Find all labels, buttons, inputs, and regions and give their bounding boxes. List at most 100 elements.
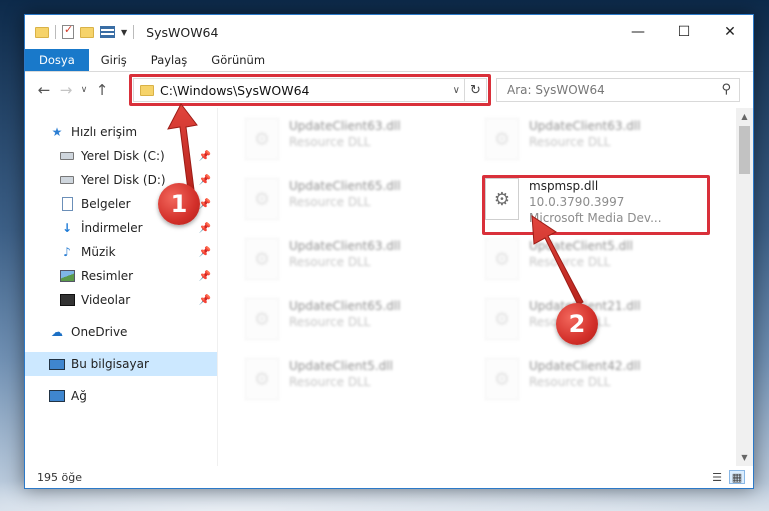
file-item[interactable]: ⚙ UpdateClient63.dll Resource DLL [245, 238, 455, 288]
search-input[interactable]: Ara: SysWOW64 ⚲ [496, 78, 740, 102]
file-list: ⚙ UpdateClient63.dll Resource DLL ⚙ Upda… [218, 108, 753, 466]
search-icon[interactable]: ⚲ [721, 82, 731, 97]
main-area: ★ Hızlı erişim Yerel Disk (C:) 📌 Yerel D… [25, 108, 753, 466]
pin-icon: 📌 [198, 198, 211, 210]
file-item[interactable]: ⚙ UpdateClient5.dll Resource DLL [245, 358, 455, 408]
documents-icon [59, 197, 75, 211]
star-icon: ★ [51, 125, 63, 139]
back-arrow-icon[interactable]: ← [33, 81, 55, 99]
dll-file-icon: ⚙ [245, 358, 279, 400]
pictures-icon [59, 269, 75, 283]
minimize-button[interactable]: — [615, 15, 661, 49]
file-name: UpdateClient65.dll [289, 299, 401, 313]
ribbon-tabs: Dosya Giriş Paylaş Görünüm [25, 49, 753, 72]
nav-item-label: Hızlı erişim [71, 125, 138, 139]
nav-item-label: Belgeler [81, 197, 131, 211]
nav-item-local-disk-c[interactable]: Yerel Disk (C:) 📌 [25, 144, 217, 168]
dll-file-icon: ⚙ [245, 298, 279, 340]
view-toggle: ☰ ▦ [709, 470, 745, 484]
file-item[interactable]: ⚙ UpdateClient63.dll Resource DLL [245, 118, 455, 168]
new-folder-icon[interactable] [80, 26, 94, 38]
drive-icon [59, 149, 75, 163]
file-description: Resource DLL [289, 255, 371, 269]
tab-share[interactable]: Paylaş [139, 49, 200, 71]
nav-item-label: Yerel Disk (C:) [81, 149, 165, 163]
customize-toolbar-chevron-icon[interactable]: ▼ [121, 28, 127, 37]
scrollbar-thumb[interactable] [739, 126, 750, 174]
forward-arrow-icon[interactable]: → [55, 81, 77, 99]
file-description: Resource DLL [529, 255, 611, 269]
this-pc-icon [49, 357, 65, 371]
nav-item-pictures[interactable]: Resimler 📌 [25, 264, 217, 288]
folder-icon [35, 26, 49, 38]
navigation-pane: ★ Hızlı erişim Yerel Disk (C:) 📌 Yerel D… [25, 108, 218, 466]
onedrive-icon: ☁ [51, 325, 63, 339]
file-description: Resource DLL [289, 375, 371, 389]
drive-icon [59, 173, 75, 187]
tab-view[interactable]: Görünüm [199, 49, 277, 71]
tab-file[interactable]: Dosya [25, 49, 89, 71]
dll-file-icon: ⚙ [485, 298, 519, 340]
nav-item-music[interactable]: ♪ Müzik 📌 [25, 240, 217, 264]
file-item[interactable]: ⚙ UpdateClient5.dll Resource DLL [485, 238, 695, 288]
close-button[interactable]: ✕ [707, 15, 753, 49]
window-controls: — ☐ ✕ [615, 15, 753, 49]
nav-item-label: Ağ [71, 389, 87, 403]
file-item[interactable]: ⚙ UpdateClient65.dll Resource DLL [245, 178, 455, 228]
nav-item-label: Yerel Disk (D:) [81, 173, 166, 187]
window-title: SysWOW64 [146, 24, 219, 40]
properties-icon[interactable] [62, 23, 74, 39]
tiles-view-icon[interactable]: ▦ [729, 470, 745, 484]
pin-icon: 📌 [198, 246, 211, 258]
maximize-button[interactable]: ☐ [661, 15, 707, 49]
nav-item-label: Resimler [81, 269, 134, 283]
dll-file-icon: ⚙ [245, 118, 279, 160]
file-item[interactable]: ⚙ UpdateClient63.dll Resource DLL [485, 118, 695, 168]
recent-locations-chevron-icon[interactable]: ∨ [77, 85, 91, 95]
dll-file-icon: ⚙ [245, 238, 279, 280]
file-description: Resource DLL [529, 135, 611, 149]
file-name: UpdateClient42.dll [529, 359, 641, 373]
toolbar-divider [133, 25, 135, 39]
dll-file-icon: ⚙ [245, 178, 279, 220]
nav-item-network[interactable]: Ağ [25, 384, 217, 408]
file-name: UpdateClient5.dll [529, 239, 633, 253]
file-description: Resource DLL [529, 375, 611, 389]
file-name: UpdateClient65.dll [289, 179, 401, 193]
toolbar-divider [55, 25, 56, 39]
dll-file-icon: ⚙ [485, 118, 519, 160]
file-description: Resource DLL [289, 135, 371, 149]
file-description: Resource DLL [289, 195, 371, 209]
nav-item-label: Bu bilgisayar [71, 357, 149, 371]
pin-icon: 📌 [198, 294, 211, 306]
pin-icon: 📌 [198, 222, 211, 234]
nav-item-onedrive[interactable]: ☁ OneDrive [25, 320, 217, 344]
file-item[interactable]: ⚙ UpdateClient65.dll Resource DLL [245, 298, 455, 348]
nav-item-label: Videolar [81, 293, 131, 307]
nav-item-this-pc[interactable]: Bu bilgisayar [25, 352, 217, 376]
navigation-bar: ← → ∨ ↑ C:\Windows\SysWOW64 ∨ ↻ Ara: Sys… [25, 72, 753, 108]
pin-icon: 📌 [198, 174, 211, 186]
scroll-down-arrow-icon[interactable]: ▼ [736, 449, 753, 466]
tab-home[interactable]: Giriş [89, 49, 139, 71]
nav-item-label: OneDrive [71, 325, 128, 339]
quick-access-toolbar: ▼ [25, 23, 135, 39]
view-options-icon[interactable] [100, 26, 115, 38]
videos-icon [59, 293, 75, 307]
file-highlight-box [482, 175, 710, 235]
nav-item-quick-access[interactable]: ★ Hızlı erişim [25, 120, 217, 144]
up-arrow-icon[interactable]: ↑ [91, 81, 113, 99]
scroll-up-arrow-icon[interactable]: ▲ [736, 108, 753, 125]
dll-file-icon: ⚙ [485, 358, 519, 400]
nav-item-videos[interactable]: Videolar 📌 [25, 288, 217, 312]
file-name: UpdateClient63.dll [289, 239, 401, 253]
file-item[interactable]: ⚙ UpdateClient42.dll Resource DLL [485, 358, 695, 408]
details-view-icon[interactable]: ☰ [709, 470, 725, 484]
network-icon [49, 389, 65, 403]
dll-file-icon: ⚙ [485, 238, 519, 280]
music-icon: ♪ [63, 245, 71, 259]
pin-icon: 📌 [198, 150, 211, 162]
address-highlight-box [129, 74, 491, 106]
vertical-scrollbar[interactable]: ▲ ▼ [736, 108, 753, 466]
explorer-window: ▼ SysWOW64 — ☐ ✕ Dosya Giriş Paylaş Görü… [24, 14, 754, 489]
